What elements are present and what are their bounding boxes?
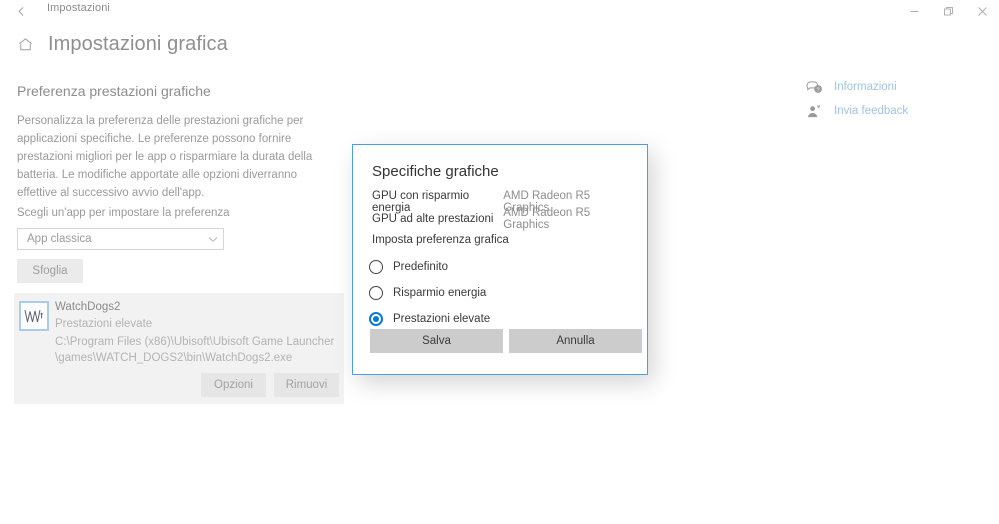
right-panel: ? Informazioni Invia feedback — [803, 76, 993, 124]
gpu-label: GPU con risparmio energia — [372, 189, 470, 214]
preference-radio-group: Predefinito Risparmio energia Prestazion… — [369, 255, 490, 333]
gpu-label: GPU ad alte prestazioni — [372, 212, 494, 225]
remove-button[interactable]: Rimuovi — [274, 373, 339, 397]
graphics-specifications-dialog: Specifiche grafiche GPU con risparmio en… — [352, 144, 648, 375]
cancel-button[interactable]: Annulla — [509, 329, 642, 353]
gpu-value: AMD Radeon R5 Graphics — [503, 206, 591, 231]
close-button[interactable] — [965, 0, 999, 22]
title-bar: Impostazioni — [0, 0, 999, 22]
watchdogs2-app-icon — [19, 301, 49, 331]
app-entry-card[interactable]: WatchDogs2 Prestazioni elevate C:\Progra… — [14, 293, 344, 404]
dialog-title: Specifiche grafiche — [372, 163, 499, 180]
page-title: Impostazioni grafica — [48, 33, 228, 55]
restore-button[interactable] — [931, 0, 965, 22]
save-button[interactable]: Salva — [370, 329, 503, 353]
home-icon[interactable] — [14, 34, 36, 56]
radio-label: Predefinito — [393, 260, 448, 273]
browse-button[interactable]: Sfoglia — [17, 259, 83, 283]
link-label: Invia feedback — [834, 105, 909, 117]
radio-icon — [369, 285, 383, 300]
page-header: Impostazioni grafica — [14, 33, 228, 56]
radio-label: Prestazioni elevate — [393, 312, 491, 325]
svg-text:?: ? — [816, 87, 819, 93]
help-bubble-icon: ? — [803, 76, 825, 98]
section-description: Personalizza la preferenza delle prestaz… — [17, 115, 313, 199]
feedback-person-icon — [803, 100, 825, 122]
app-type-dropdown[interactable]: App classica — [17, 228, 224, 250]
options-button[interactable]: Opzioni — [201, 373, 266, 397]
app-path: C:\Program Files (x86)\Ubisoft\Ubisoft G… — [55, 336, 335, 364]
gpu-info-list: GPU con risparmio energia AMD Radeon R5 … — [372, 189, 630, 231]
radio-icon-selected — [369, 311, 383, 326]
link-informazioni[interactable]: ? Informazioni — [803, 76, 993, 98]
app-card-actions: Opzioni Rimuovi — [201, 373, 339, 397]
radio-icon — [369, 259, 383, 274]
window-controls — [897, 0, 999, 22]
link-label: Informazioni — [834, 81, 897, 93]
window-title: Impostazioni — [47, 2, 110, 14]
chevron-down-icon — [203, 236, 223, 243]
section-title: Preferenza prestazioni grafiche — [17, 83, 211, 99]
app-chooser-label: Scegli un'app per impostare la preferenz… — [17, 207, 230, 219]
link-invia-feedback[interactable]: Invia feedback — [803, 100, 993, 122]
back-arrow-icon[interactable] — [10, 0, 32, 22]
radio-predefinito[interactable]: Predefinito — [369, 255, 490, 278]
app-preference: Prestazioni elevate — [55, 318, 153, 330]
gpu-row: GPU ad alte prestazioni AMD Radeon R5 Gr… — [372, 207, 630, 231]
app-name: WatchDogs2 — [55, 301, 121, 313]
preference-heading: Imposta preferenza grafica — [372, 234, 509, 246]
radio-risparmio-energia[interactable]: Risparmio energia — [369, 281, 490, 304]
radio-label: Risparmio energia — [393, 286, 487, 299]
minimize-button[interactable] — [897, 0, 931, 22]
dialog-actions: Salva Annulla — [370, 329, 642, 353]
app-type-value: App classica — [27, 233, 92, 245]
radio-prestazioni-elevate[interactable]: Prestazioni elevate — [369, 307, 490, 330]
